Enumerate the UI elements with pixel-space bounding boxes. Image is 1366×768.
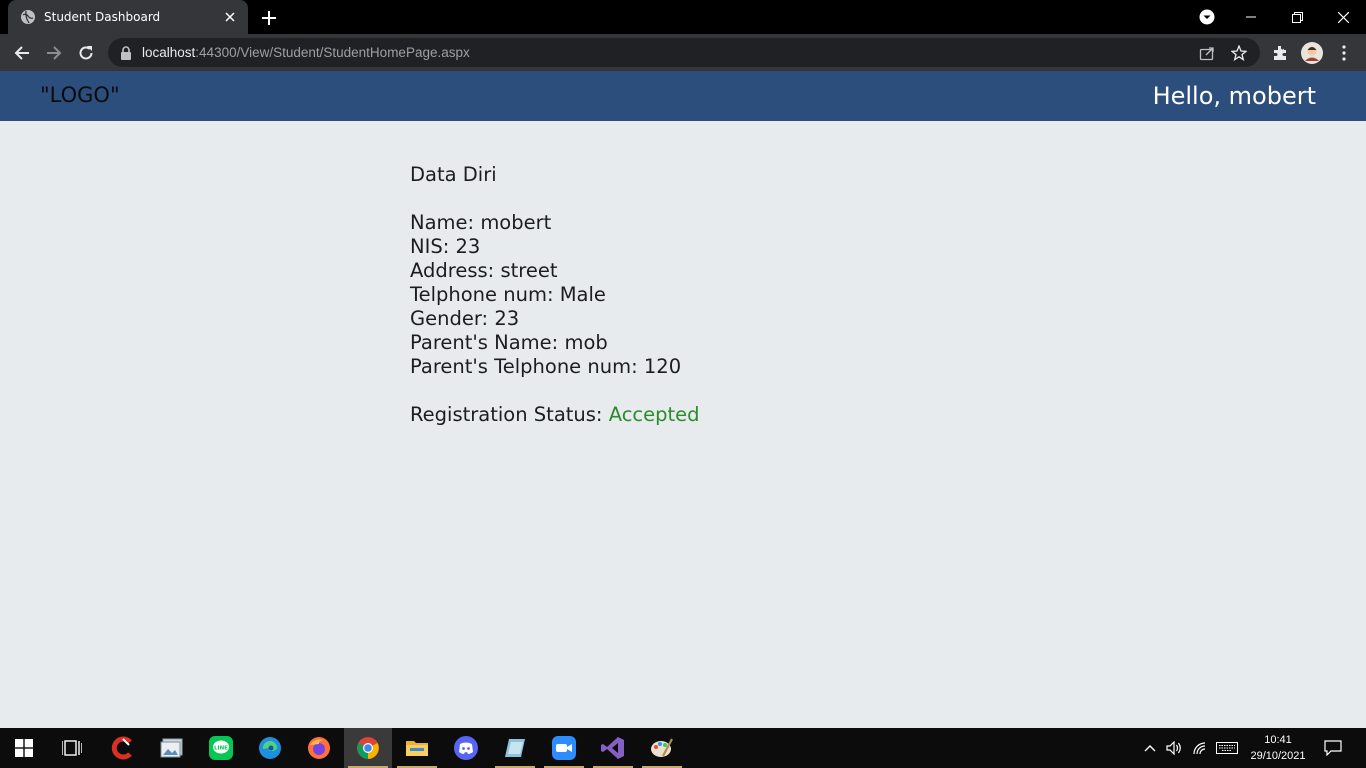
field-value: mob bbox=[564, 331, 608, 354]
field-value: 23 bbox=[455, 235, 481, 258]
logo[interactable]: "LOGO" bbox=[40, 83, 120, 107]
user-greeting: Hello, mobert bbox=[1152, 82, 1316, 110]
keyboard-icon[interactable] bbox=[1213, 728, 1241, 768]
taskbar: LINE 10:41 29/10/2021 bbox=[0, 728, 1366, 768]
field-separator: : bbox=[631, 355, 644, 378]
field-label: NIS bbox=[410, 235, 443, 258]
reload-button[interactable] bbox=[72, 39, 100, 67]
forward-button[interactable] bbox=[40, 39, 68, 67]
field-label: Address bbox=[410, 259, 488, 282]
field-value: mobert bbox=[480, 211, 552, 234]
field-separator: : bbox=[546, 283, 560, 306]
minimize-button[interactable] bbox=[1228, 0, 1274, 34]
restore-button[interactable] bbox=[1274, 0, 1320, 34]
section-title: Data Diri bbox=[410, 163, 497, 186]
field-label: Name bbox=[410, 211, 468, 234]
profile-field: Telphone num: Male bbox=[410, 283, 1010, 307]
notification-icon[interactable] bbox=[1318, 728, 1348, 768]
field-value: 120 bbox=[643, 355, 682, 378]
field-label: Parent's Name bbox=[410, 331, 552, 354]
field-separator: : bbox=[467, 211, 481, 234]
edge-icon[interactable] bbox=[246, 728, 294, 768]
task-view-icon[interactable] bbox=[48, 728, 96, 768]
field-value: 23 bbox=[494, 307, 520, 330]
profile-field: Name: mobert bbox=[410, 211, 1010, 235]
profile-field: Gender: 23 bbox=[410, 307, 1010, 331]
clock-time: 10:41 bbox=[1264, 734, 1292, 746]
field-separator: : bbox=[487, 259, 501, 282]
field-separator: : bbox=[481, 307, 495, 330]
url-text[interactable]: localhost:44300/View/Student/StudentHome… bbox=[142, 45, 470, 60]
lock-icon[interactable] bbox=[120, 45, 132, 64]
registration-status: Registration Status: Accepted bbox=[410, 403, 1010, 427]
tab-title: Student Dashboard bbox=[44, 10, 161, 24]
browser-tab[interactable]: Student Dashboard bbox=[8, 0, 248, 34]
file-explorer-icon[interactable] bbox=[393, 728, 441, 768]
profile-field: NIS: 23 bbox=[410, 235, 1010, 259]
extensions-icon[interactable] bbox=[1266, 39, 1294, 67]
visual-studio-icon[interactable] bbox=[589, 728, 637, 768]
browser-toolbar: localhost:44300/View/Student/StudentHome… bbox=[0, 34, 1366, 71]
photos-icon[interactable] bbox=[148, 728, 196, 768]
status-label: Registration Status: bbox=[410, 403, 603, 426]
student-profile: Data Diri Name: mobert NIS: 23 Address: st… bbox=[410, 163, 1010, 427]
bookmark-star-icon[interactable] bbox=[1230, 44, 1248, 62]
system-clock[interactable]: 10:41 29/10/2021 bbox=[1240, 732, 1316, 764]
discord-icon[interactable] bbox=[442, 728, 490, 768]
back-button[interactable] bbox=[8, 39, 36, 67]
profile-fields: Name: mobert NIS: 23 Address: street Telpho… bbox=[410, 211, 1010, 379]
field-label: Gender bbox=[410, 307, 482, 330]
field-label: Parent's Telphone num bbox=[410, 355, 632, 378]
ccleaner-icon[interactable] bbox=[99, 728, 147, 768]
site-header: "LOGO" Hello, mobert bbox=[0, 71, 1366, 121]
share-icon[interactable] bbox=[1198, 44, 1216, 62]
field-separator: : bbox=[442, 235, 456, 258]
firefox-icon[interactable] bbox=[295, 728, 343, 768]
profile-field: Parent's Telphone num: 120 bbox=[410, 355, 1010, 379]
clock-date: 29/10/2021 bbox=[1250, 750, 1306, 762]
address-bar[interactable]: localhost:44300/View/Student/StudentHome… bbox=[108, 38, 1260, 67]
tab-search-button[interactable] bbox=[1184, 0, 1230, 34]
line-icon[interactable]: LINE bbox=[197, 728, 245, 768]
svg-text:LINE: LINE bbox=[214, 746, 228, 752]
chrome-icon[interactable] bbox=[344, 728, 392, 768]
field-value: Male bbox=[559, 283, 606, 306]
paint-icon[interactable] bbox=[638, 728, 686, 768]
notepad-icon[interactable] bbox=[491, 728, 539, 768]
volume-icon[interactable] bbox=[1163, 728, 1185, 768]
field-separator: : bbox=[551, 331, 565, 354]
profile-avatar[interactable] bbox=[1298, 39, 1326, 67]
menu-icon[interactable] bbox=[1330, 39, 1358, 67]
zoom-icon[interactable] bbox=[540, 728, 588, 768]
browser-tab-strip: Student Dashboard bbox=[0, 0, 1366, 34]
profile-field: Address: street bbox=[410, 259, 1010, 283]
start-button[interactable] bbox=[0, 728, 48, 768]
close-tab-icon[interactable] bbox=[222, 9, 238, 25]
field-value: street bbox=[500, 259, 558, 282]
field-label: Telphone num bbox=[410, 283, 547, 306]
chevron-up-icon[interactable] bbox=[1140, 728, 1160, 768]
network-icon[interactable] bbox=[1189, 728, 1211, 768]
profile-field: Parent's Name: mob bbox=[410, 331, 1010, 355]
globe-icon bbox=[20, 9, 36, 25]
close-window-button[interactable] bbox=[1320, 0, 1366, 34]
new-tab-button[interactable] bbox=[258, 7, 280, 29]
status-value: Accepted bbox=[608, 403, 700, 426]
